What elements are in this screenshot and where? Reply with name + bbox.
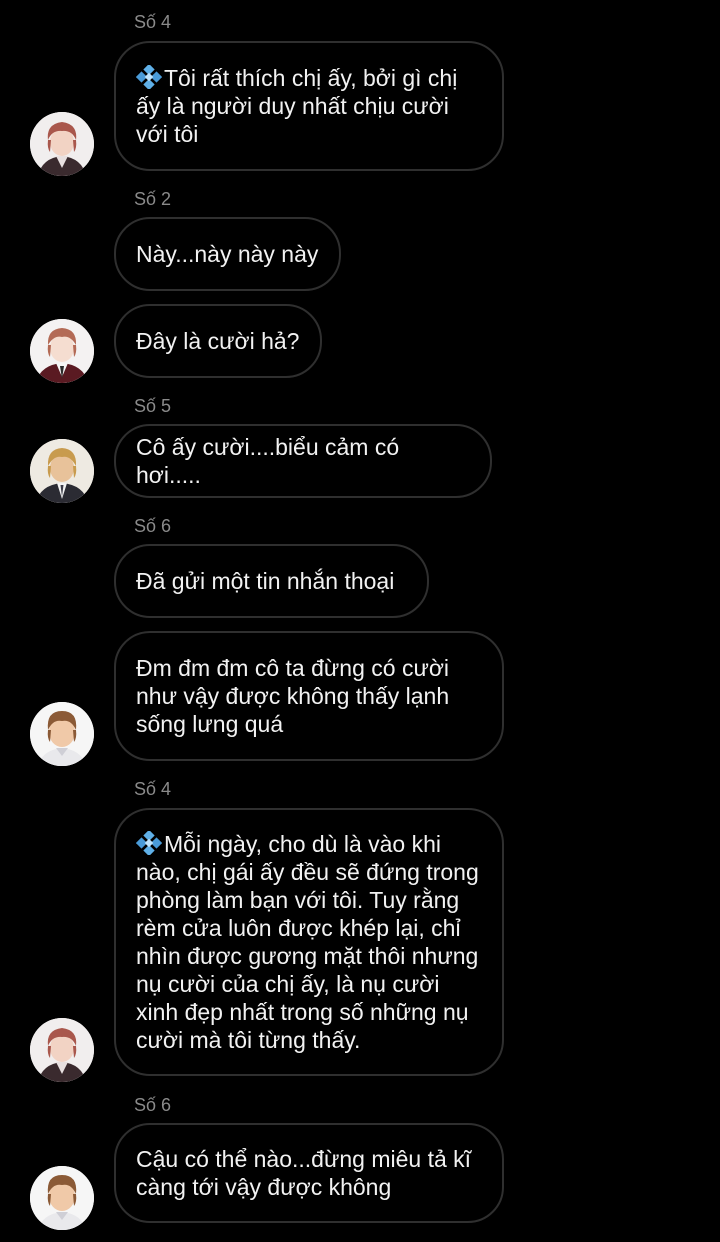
message-bubble[interactable]: Đm đm đm cô ta đừng có cười như vậy được… <box>114 631 504 761</box>
avatar-blonde-suit-boy[interactable] <box>30 439 94 503</box>
message-text: Mỗi ngày, cho dù là vào khi nào, chị gái… <box>136 831 479 1053</box>
sender-name: Số 4 <box>134 12 172 32</box>
message-text: Này...này này này <box>136 241 319 267</box>
message-text: Đây là cười hả? <box>136 328 300 354</box>
avatar-red-hair-boy[interactable] <box>30 1018 94 1082</box>
message-bubble[interactable]: Cô ấy cười....biểu cảm có hơi..... <box>114 424 492 498</box>
blue-diamond-icon <box>136 65 162 89</box>
sender-name: Số 6 <box>134 1095 172 1115</box>
avatar-red-hair-boy[interactable] <box>30 112 94 176</box>
avatar-brown-hair-boy[interactable] <box>30 702 94 766</box>
message-text: Cô ấy cười....biểu cảm có hơi..... <box>136 434 400 488</box>
sender-name: Số 4 <box>134 779 172 799</box>
message-bubble[interactable]: Mỗi ngày, cho dù là vào khi nào, chị gái… <box>114 808 504 1076</box>
message-text: Tôi rất thích chị ấy, bởi gì chị ấy là n… <box>136 65 458 147</box>
voice-message-bubble[interactable]: Đã gửi một tin nhắn thoại <box>114 544 429 618</box>
message-text: Cậu có thể nào...đừng miêu tả kĩ càng tớ… <box>136 1146 472 1200</box>
message-bubble[interactable]: Cậu có thể nào...đừng miêu tả kĩ càng tớ… <box>114 1123 504 1223</box>
sender-name: Số 2 <box>134 189 172 209</box>
chat-thread: Số 4 Tôi rất thích chị ấy, bởi gì chị ấy… <box>0 0 720 1242</box>
message-text: Đm đm đm cô ta đừng có cười như vậy được… <box>136 655 450 737</box>
avatar-brown-hair-boy[interactable] <box>30 1166 94 1230</box>
blue-diamond-icon <box>136 831 162 855</box>
message-bubble[interactable]: Này...này này này <box>114 217 341 291</box>
avatar-uniform-boy[interactable] <box>30 319 94 383</box>
message-bubble[interactable]: Tôi rất thích chị ấy, bởi gì chị ấy là n… <box>114 41 504 171</box>
sender-name: Số 6 <box>134 516 172 536</box>
message-text: Đã gửi một tin nhắn thoại <box>136 568 395 594</box>
sender-name: Số 5 <box>134 396 172 416</box>
message-bubble[interactable]: Đây là cười hả? <box>114 304 322 378</box>
